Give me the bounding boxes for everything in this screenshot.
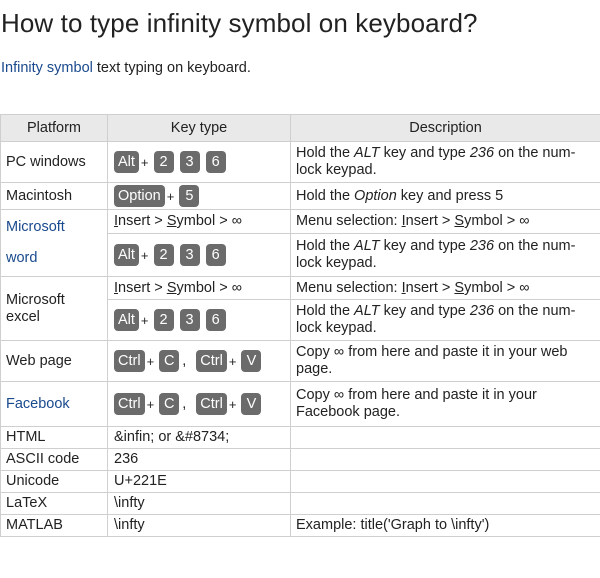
description-cell: Menu selection: Insert > Symbol > ∞ [290, 208, 600, 235]
platform-cell-word: Microsoft word [0, 209, 108, 277]
option-key: Option [114, 185, 165, 207]
platform-cell: Macintosh [0, 182, 108, 210]
page-title: How to type infinity symbol on keyboard? [1, 8, 478, 38]
key-cell: &infin; or &#8734; [107, 426, 291, 449]
platform-cell: PC windows [0, 141, 108, 183]
platform-cell: MATLAB [0, 514, 108, 537]
table-row-web-page: Web page Ctrl + C, Ctrl + V Copy ∞ from he… [0, 340, 600, 382]
six-key: 6 [205, 309, 226, 331]
header-description: Description [290, 114, 600, 142]
platform-cell: Web page [0, 340, 108, 382]
description-cell [290, 426, 600, 449]
ctrl-key: Ctrl [196, 350, 227, 372]
key-cell: \infty [107, 492, 291, 515]
v-key: V [241, 350, 262, 372]
platform-cell: HTML [0, 426, 108, 449]
plus-sign: + [146, 396, 155, 412]
plus-sign: + [146, 353, 155, 369]
intro-rest: text typing on keyboard. [92, 60, 251, 76]
table-row-macintosh: Macintosh Option + 5 Hold the Option key … [0, 182, 600, 210]
table-row-latex: LaTeX \infty [0, 492, 600, 515]
key-cell: \infty [107, 514, 291, 537]
c-key: C [159, 393, 180, 415]
table-row-html: HTML &infin; or &#8734; [0, 426, 600, 449]
ctrl-key: Ctrl [114, 393, 145, 415]
plus-sign: + [140, 247, 149, 263]
description-cell: Copy ∞ from here and paste it in your Fa… [290, 381, 600, 427]
alt-key: Alt [114, 309, 139, 331]
plus-sign: + [228, 353, 237, 369]
table-row-microsoft-excel-menu: Microsoft excel Insert > Symbol > ∞ Menu… [0, 276, 600, 341]
header-platform: Platform [0, 114, 108, 142]
platform-cell: Unicode [0, 470, 108, 493]
microsoft-word-link[interactable]: Microsoft [6, 219, 65, 235]
c-key: C [159, 350, 180, 372]
intro-text: Infinity symbol text typing on keyboard. [1, 60, 251, 76]
infinity-typing-table: Platform Key type Description PC windows… [0, 114, 600, 537]
platform-cell: LaTeX [0, 492, 108, 515]
key-cell: Ctrl + C, Ctrl + V [107, 340, 291, 382]
two-key: 2 [153, 244, 174, 267]
six-key: 6 [205, 244, 226, 267]
facebook-link[interactable]: Facebook [6, 396, 70, 412]
six-key: 6 [205, 151, 226, 173]
alt-key: Alt [114, 244, 139, 267]
two-key: 2 [153, 309, 174, 331]
platform-cell: ASCII code [0, 448, 108, 471]
three-key: 3 [179, 151, 200, 173]
comma: , [182, 395, 187, 412]
description-cell [290, 470, 600, 493]
table-row-facebook: Facebook Ctrl + C, Ctrl + V Copy ∞ from he… [0, 381, 600, 427]
two-key: 2 [153, 151, 174, 173]
key-cell: 236 [107, 448, 291, 471]
description-cell: Example: title('Graph to \infty') [290, 514, 600, 537]
five-key: 5 [179, 185, 200, 207]
description-cell: Hold the ALT key and type 236 on the num… [290, 233, 600, 277]
key-cell: Option + 5 [107, 182, 291, 210]
description-cell: Hold the ALT key and type 236 on the num… [290, 141, 600, 183]
table-row-matlab: MATLAB \infty Example: title('Graph to \… [0, 514, 600, 537]
v-key: V [241, 393, 262, 415]
three-key: 3 [179, 244, 200, 267]
microsoft-word-link-2[interactable]: word [6, 250, 37, 266]
platform-cell-excel: Microsoft excel [0, 276, 108, 341]
table-row-unicode: Unicode U+221E [0, 470, 600, 493]
key-cell: Ctrl + C, Ctrl + V [107, 381, 291, 427]
key-cell: U+221E [107, 470, 291, 493]
description-cell: Hold the ALT key and type 236 on the num… [290, 299, 600, 341]
description-cell [290, 448, 600, 471]
menu-path: Insert > Symbol > ∞ [107, 208, 291, 235]
table-row-pc-windows: PC windows Alt + 2 3 6 Hold the ALT key a… [0, 141, 600, 183]
key-cell: Alt + 2 3 6 [107, 141, 291, 183]
description-cell: Hold the Option key and press 5 [290, 182, 600, 210]
menu-path: Insert > Symbol > ∞ [107, 276, 291, 300]
table-header-row: Platform Key type Description [0, 114, 600, 142]
header-key-type: Key type [107, 114, 291, 142]
key-cell: Alt + 2 3 6 [107, 299, 291, 341]
description-cell: Copy ∞ from here and paste it in your we… [290, 340, 600, 382]
plus-sign: + [140, 312, 149, 328]
alt-key: Alt [114, 151, 139, 173]
plus-sign: + [228, 396, 237, 412]
plus-sign: + [140, 154, 149, 170]
three-key: 3 [179, 309, 200, 331]
plus-sign: + [166, 188, 175, 204]
description-cell: Menu selection: Insert > Symbol > ∞ [290, 276, 600, 300]
comma: , [182, 352, 187, 369]
ctrl-key: Ctrl [196, 393, 227, 415]
table-row-microsoft-word-menu: Microsoft word Insert > Symbol > ∞ Menu s… [0, 208, 600, 277]
platform-cell: Facebook [0, 381, 108, 427]
infinity-symbol-link[interactable]: Infinity symbol [1, 60, 93, 76]
key-cell: Alt + 2 3 6 [107, 233, 291, 277]
table-row-ascii: ASCII code 236 [0, 448, 600, 471]
description-cell [290, 492, 600, 515]
ctrl-key: Ctrl [114, 350, 145, 372]
